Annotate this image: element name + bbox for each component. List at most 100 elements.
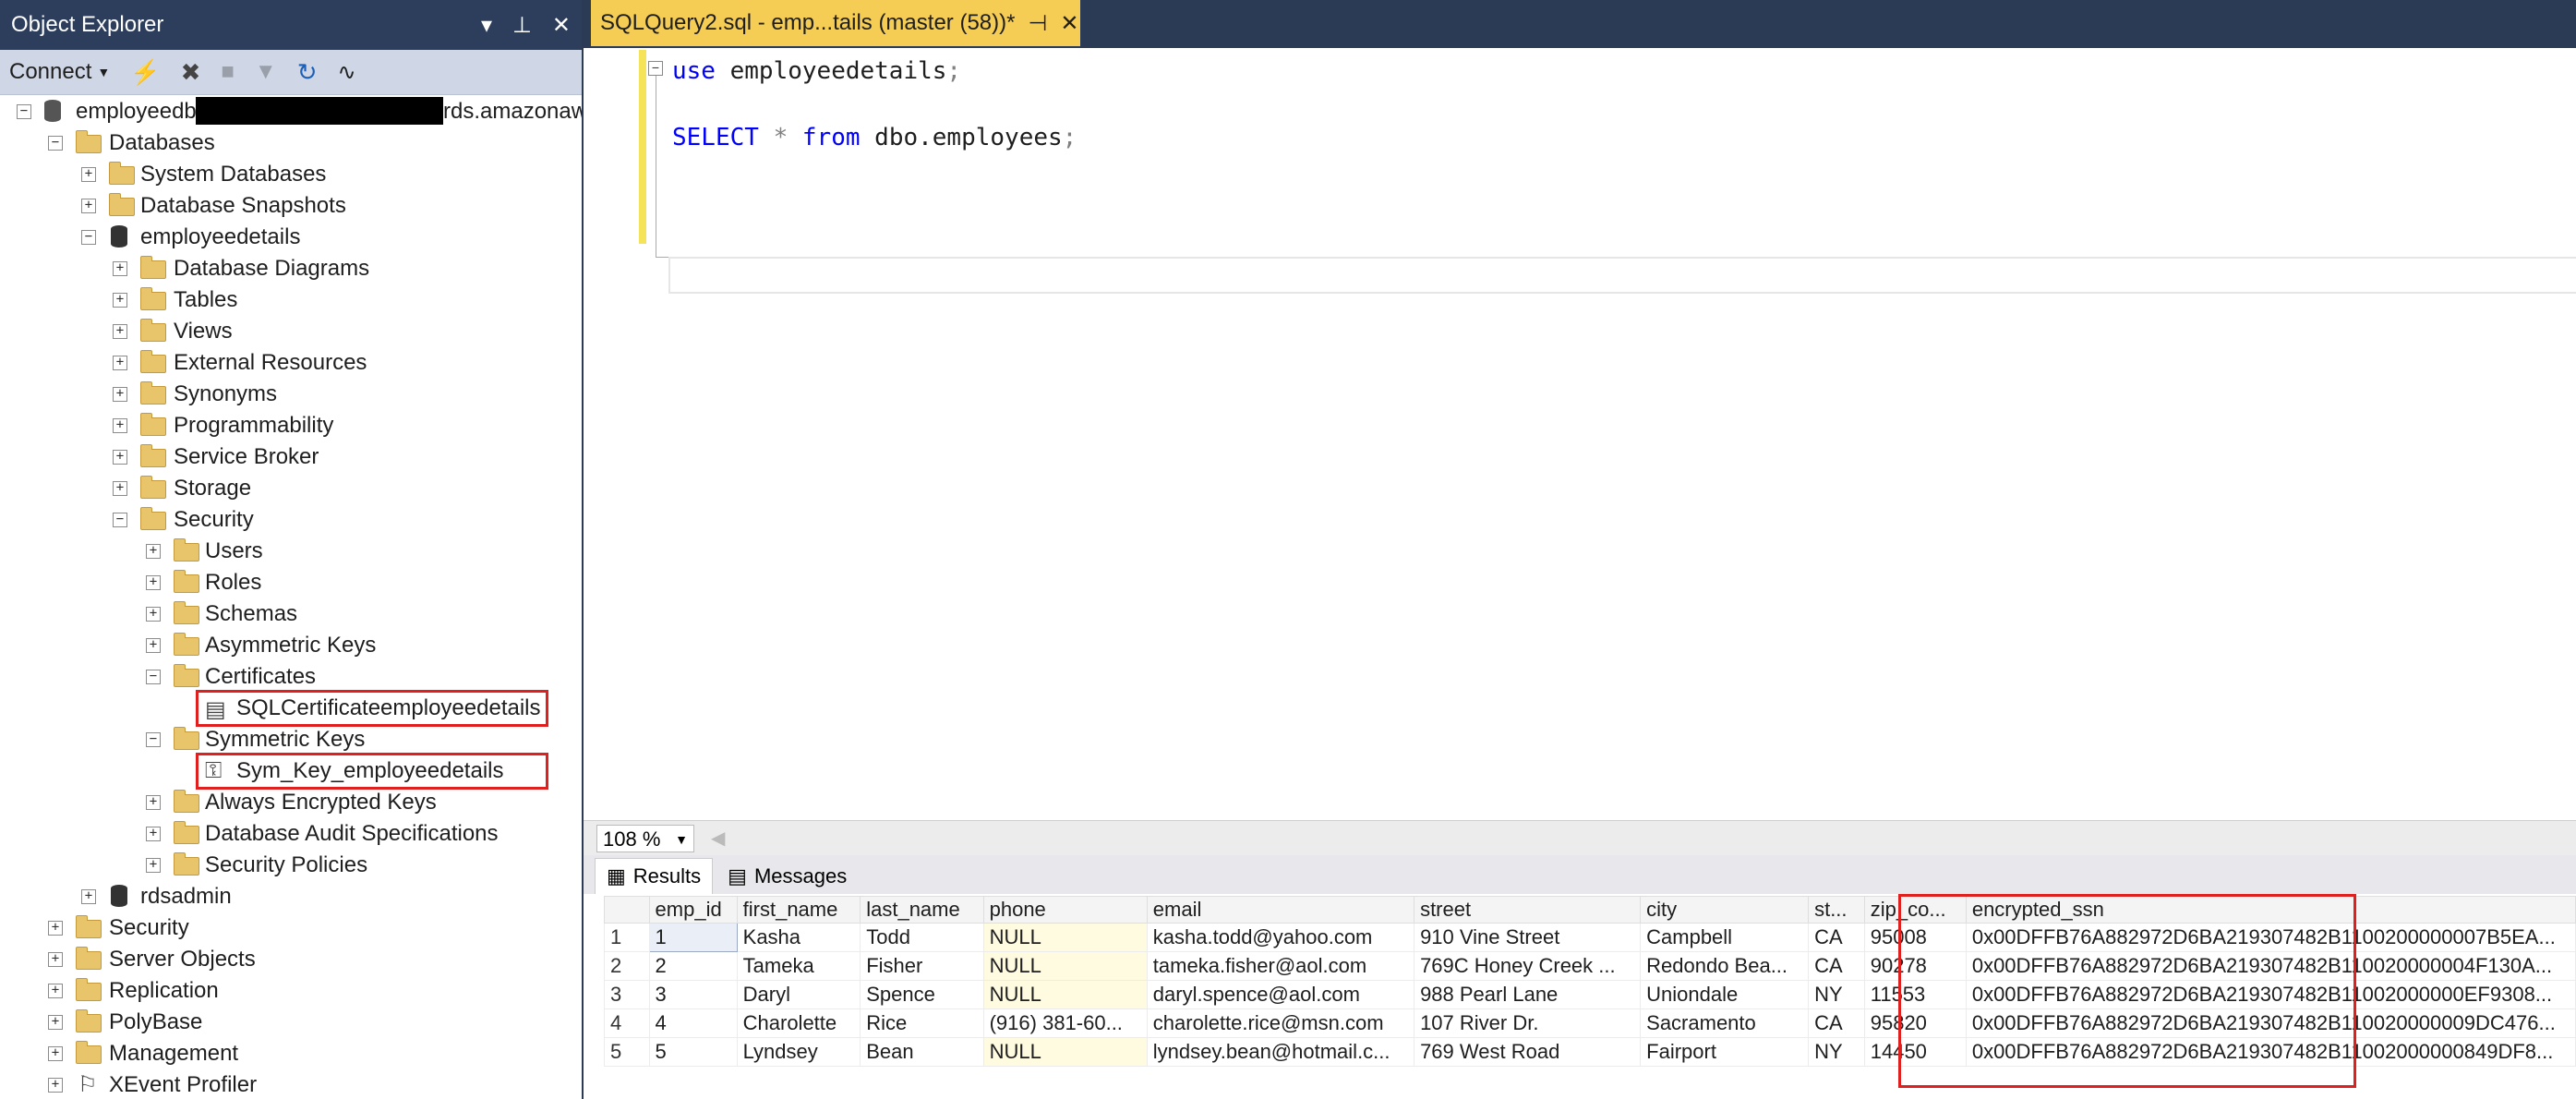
tree-node-programmability[interactable]: + Programmability [0,409,582,441]
expand-icon[interactable]: + [146,575,161,590]
collapse-icon[interactable]: − [146,670,161,684]
expand-icon[interactable]: + [113,261,127,276]
close-icon[interactable]: ✕ [552,12,571,39]
tree-node-employeedetails[interactable]: − employeedetails [0,221,582,252]
dropdown-icon[interactable]: ▾ [481,12,492,39]
expand-icon[interactable]: + [81,889,96,904]
table-cell[interactable]: (916) 381-60... [982,1008,1148,1038]
table-cell[interactable]: daryl.spence@aol.com [1146,980,1415,1009]
filter-icon[interactable]: ▼ [255,59,277,85]
column-header[interactable]: street [1414,896,1642,924]
table-cell[interactable]: 3 [648,980,738,1009]
table-cell[interactable]: charolette.rice@msn.com [1146,1008,1415,1038]
expand-icon[interactable]: + [81,167,96,182]
table-cell[interactable]: Daryl [736,980,861,1009]
tab-messages[interactable]: ▤ Messages [716,859,858,894]
tree-node-certificates[interactable]: − Certificates [0,660,582,692]
expand-icon[interactable]: + [146,858,161,873]
tree-node-security-policies[interactable]: + Security Policies [0,849,582,880]
collapse-icon[interactable]: − [17,104,31,119]
table-cell[interactable]: NULL [982,923,1148,952]
collapse-icon[interactable]: − [146,732,161,747]
row-number[interactable]: 5 [604,1037,650,1067]
tab-results[interactable]: ▦ Results [595,858,714,894]
expand-icon[interactable]: + [146,638,161,653]
table-cell[interactable]: Kasha [736,923,861,952]
tree-node-rdsadmin[interactable]: + rdsadmin [0,880,582,912]
table-cell[interactable]: 107 River Dr. [1414,1008,1642,1038]
table-cell[interactable]: lyndsey.bean@hotmail.c... [1146,1037,1415,1067]
tree-node-system-databases[interactable]: + System Databases [0,158,582,189]
tree-node-security[interactable]: − Security [0,503,582,535]
column-header[interactable]: st... [1808,896,1865,924]
expand-icon[interactable]: + [48,1046,63,1061]
tab-sqlquery2[interactable]: SQLQuery2.sql - emp...tails (master (58)… [591,0,1080,46]
table-cell[interactable]: Campbell [1640,923,1810,952]
tree-node-xevent-profiler[interactable]: + ⚐ XEvent Profiler [0,1069,582,1099]
collapse-icon[interactable]: − [648,61,663,76]
tree-node-server[interactable]: − employeedb rds.amazonaw [0,95,582,127]
row-number[interactable]: 3 [604,980,650,1009]
expand-icon[interactable]: + [113,450,127,465]
tree-node-always-encrypted-keys[interactable]: + Always Encrypted Keys [0,786,582,817]
disconnect-icon[interactable]: ✖ [181,58,201,87]
table-cell[interactable]: CA [1808,951,1865,981]
tree-node-views[interactable]: + Views [0,315,582,346]
expand-icon[interactable]: + [146,607,161,622]
table-cell[interactable]: Rice [860,1008,984,1038]
table-cell[interactable]: Lyndsey [736,1037,861,1067]
tree-node-server-objects[interactable]: + Server Objects [0,943,582,974]
tree-node-database-audit-specs[interactable]: + Database Audit Specifications [0,817,582,849]
column-header[interactable]: last_name [860,896,984,924]
expand-icon[interactable]: + [113,356,127,370]
zoom-select[interactable]: 108 % ▼ [596,825,694,852]
table-cell[interactable]: Tameka [736,951,861,981]
tree-node-symmetric-keys[interactable]: − Symmetric Keys [0,723,582,755]
table-cell[interactable]: CA [1808,1008,1865,1038]
column-header[interactable]: city [1640,896,1810,924]
scroll-left-icon[interactable]: ◀ [711,827,725,850]
column-header[interactable]: emp_id [648,896,738,924]
collapse-icon[interactable]: − [81,230,96,245]
table-cell[interactable]: Spence [860,980,984,1009]
table-cell[interactable]: Sacramento [1640,1008,1810,1038]
table-cell[interactable]: 910 Vine Street [1414,923,1642,952]
connect-button[interactable]: Connect ▼ [9,59,110,85]
table-cell[interactable]: Fairport [1640,1037,1810,1067]
tree-node-server-security[interactable]: + Security [0,912,582,943]
column-header[interactable]: phone [982,896,1148,924]
collapse-icon[interactable]: − [113,513,127,527]
tree-node-management[interactable]: + Management [0,1037,582,1069]
row-number[interactable]: 4 [604,1008,650,1038]
table-cell[interactable]: 769 West Road [1414,1037,1642,1067]
table-cell[interactable]: NY [1808,980,1865,1009]
connect-plug-icon[interactable]: ⚡ [130,58,160,87]
expand-icon[interactable]: + [113,418,127,433]
tree-node-external-resources[interactable]: + External Resources [0,346,582,378]
refresh-icon[interactable]: ↻ [297,58,318,87]
expand-icon[interactable]: + [48,952,63,967]
expand-icon[interactable]: + [113,481,127,496]
close-icon[interactable]: ✕ [1060,10,1078,37]
table-cell[interactable]: 5 [648,1037,738,1067]
expand-icon[interactable]: + [113,293,127,308]
tree-node-symmetric-key-item[interactable]: ⚿ Sym_Key_employeedetails [0,753,582,790]
table-cell[interactable]: Fisher [860,951,984,981]
tree-node-tables[interactable]: + Tables [0,284,582,315]
table-cell[interactable]: 769C Honey Creek ... [1414,951,1642,981]
column-header[interactable]: first_name [736,896,861,924]
table-cell[interactable]: Bean [860,1037,984,1067]
tree-node-users[interactable]: + Users [0,535,582,566]
tree-node-service-broker[interactable]: + Service Broker [0,441,582,472]
stop-icon[interactable]: ■ [221,59,235,85]
tree-node-database-diagrams[interactable]: + Database Diagrams [0,252,582,284]
table-cell[interactable]: 4 [648,1008,738,1038]
tree-node-databases[interactable]: − Databases [0,127,582,158]
expand-icon[interactable]: + [146,544,161,559]
collapse-icon[interactable]: − [48,136,63,151]
table-cell[interactable]: CA [1808,923,1865,952]
column-header[interactable]: email [1146,896,1415,924]
table-cell[interactable]: NULL [982,1037,1148,1067]
tree-node-replication[interactable]: + Replication [0,974,582,1006]
expand-icon[interactable]: + [146,795,161,810]
